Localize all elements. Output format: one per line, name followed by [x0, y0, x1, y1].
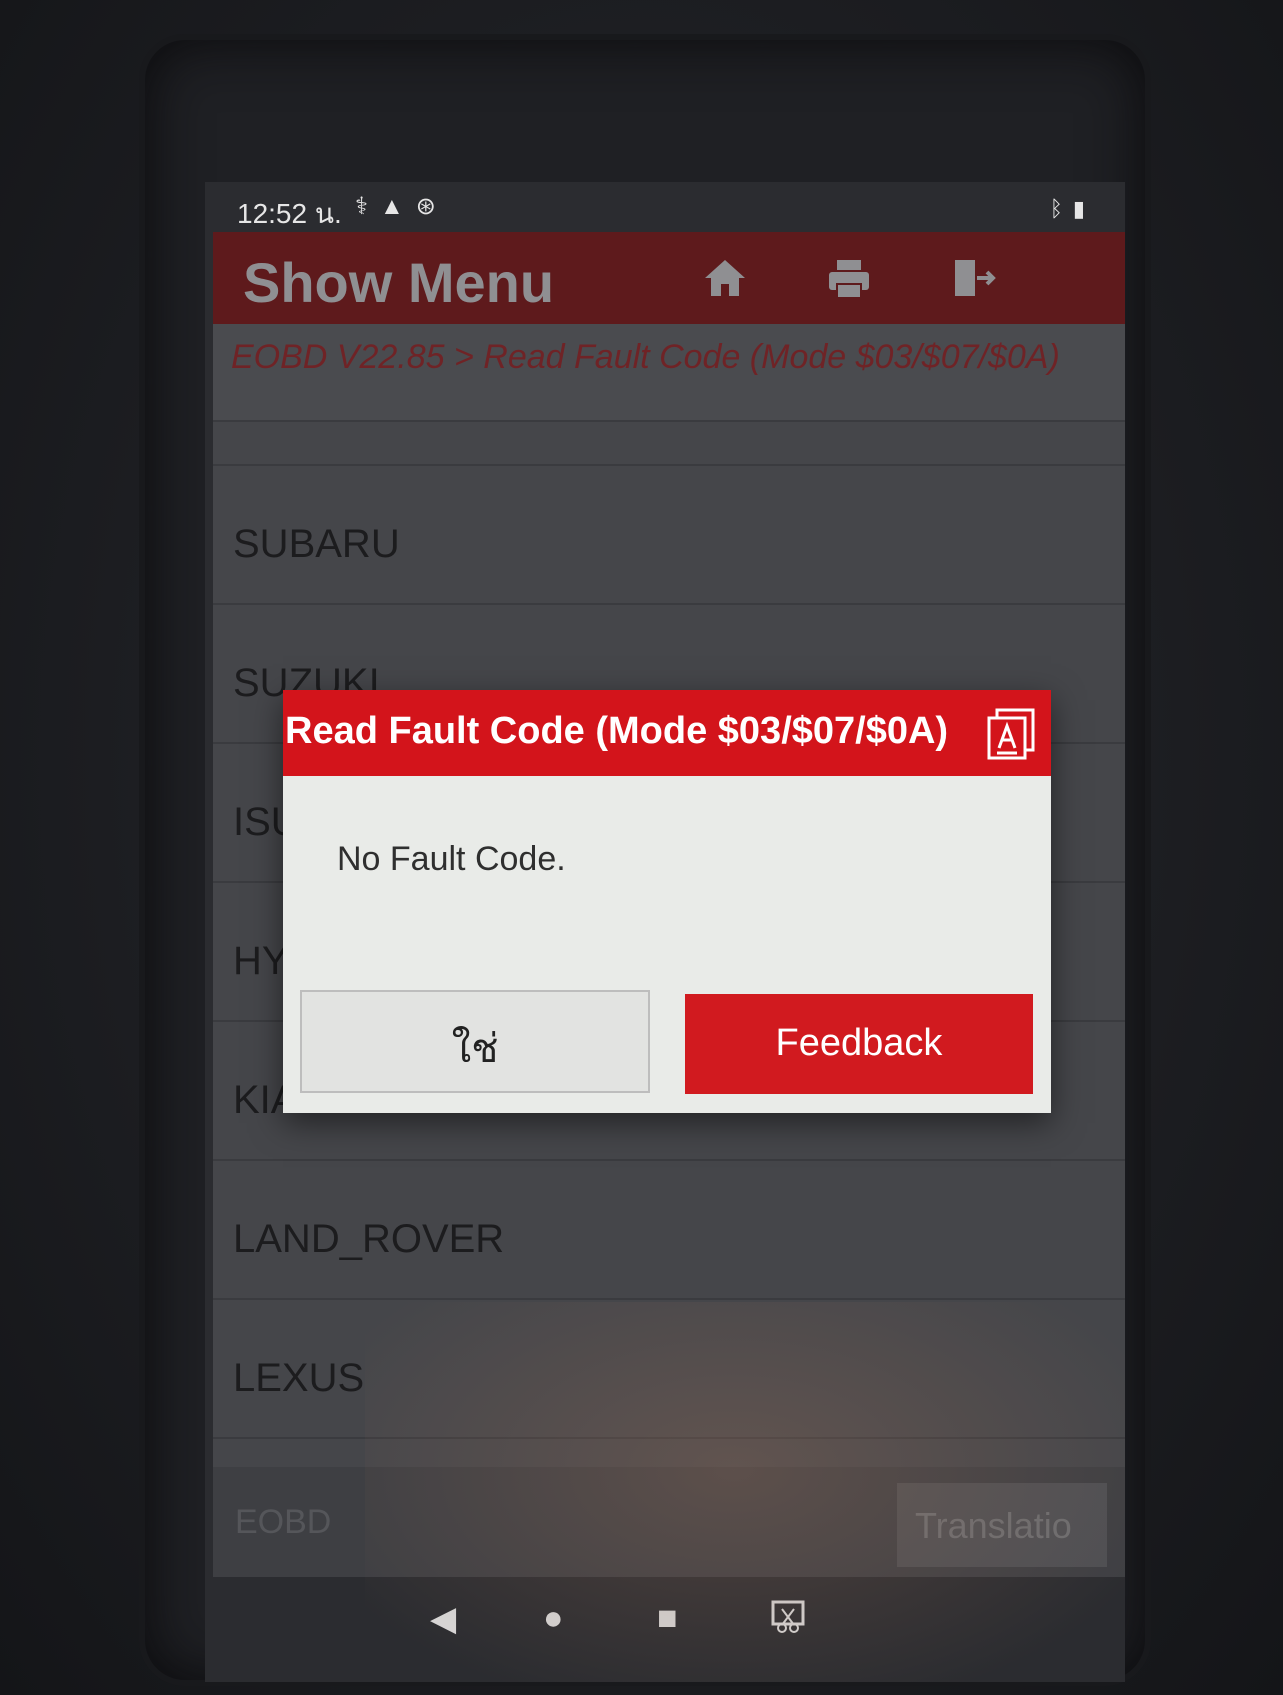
recents-icon[interactable]: ■ [657, 1599, 678, 1638]
status-time: 12:52 น. [237, 198, 342, 229]
battery-icon: ▮ [1072, 196, 1095, 221]
app-title: Show Menu [243, 251, 555, 314]
app-bar: Show Menu [213, 232, 1125, 324]
dialog-message: No Fault Code. [337, 840, 566, 878]
bluetooth-icon: ᛒ [1049, 196, 1073, 221]
dialog-header: Read Fault Code (Mode $03/$07/$0A) [283, 690, 1051, 776]
translation-button[interactable]: Translatio [897, 1483, 1107, 1567]
system-navbar: ◀ ● ■ [205, 1577, 1125, 1682]
warning-icon: ▲ [379, 193, 416, 220]
print-icon[interactable] [825, 254, 873, 302]
screenshot-icon[interactable] [770, 1599, 806, 1644]
list-spacer [213, 420, 1125, 464]
list-item[interactable]: SUBARU [213, 464, 1125, 603]
status-icons-left: ⚕▲⊛ [355, 192, 448, 221]
list-item[interactable]: LEXUS [213, 1298, 1125, 1437]
breadcrumb: EOBD V22.85 > Read Fault Code (Mode $03/… [213, 324, 1125, 420]
list-item[interactable]: LAND_ROVER [213, 1159, 1125, 1298]
home-circle-icon[interactable]: ● [543, 1599, 564, 1638]
bluetooth-circle-icon: ⊛ [415, 193, 448, 220]
bottom-bar: EOBD Translatio [213, 1467, 1125, 1577]
yes-button[interactable]: ใช่ [300, 990, 650, 1093]
fault-code-dialog: Read Fault Code (Mode $03/$07/$0A) No Fa… [283, 690, 1051, 1113]
feedback-button[interactable]: Feedback [685, 994, 1033, 1094]
stethoscope-icon: ⚕ [355, 193, 380, 220]
status-bar: 12:52 น. ⚕▲⊛ ᛒ▮ [205, 182, 1125, 232]
home-icon[interactable] [701, 254, 749, 302]
back-icon[interactable]: ◀ [430, 1599, 456, 1639]
translate-icon[interactable] [987, 708, 1037, 760]
exit-icon[interactable] [949, 254, 997, 302]
dialog-title: Read Fault Code (Mode $03/$07/$0A) [285, 710, 949, 752]
bottom-eobd-label: EOBD [235, 1503, 332, 1541]
status-icons-right: ᛒ▮ [1050, 196, 1095, 222]
